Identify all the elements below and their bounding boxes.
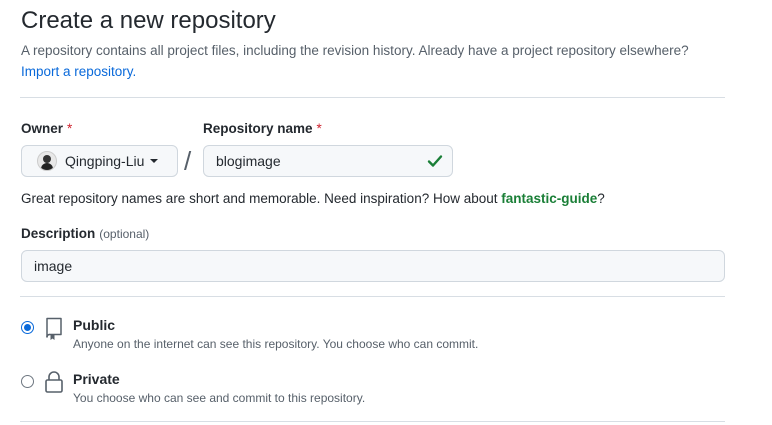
repo-name-label-text: Repository name xyxy=(203,121,313,136)
lock-icon xyxy=(45,371,63,393)
repo-icon xyxy=(46,317,62,340)
private-title: Private xyxy=(73,371,120,387)
subtitle-text: A repository contains all project files,… xyxy=(21,43,689,58)
check-icon xyxy=(427,155,443,167)
private-radio[interactable] xyxy=(21,375,34,388)
repository-name-input[interactable] xyxy=(203,145,453,177)
divider xyxy=(20,421,725,422)
owner-label: Owner * xyxy=(21,121,72,136)
repo-name-hint: Great repository names are short and mem… xyxy=(21,189,605,209)
owner-select-button[interactable]: Qingping-Liu xyxy=(21,145,178,177)
public-radio[interactable] xyxy=(21,321,34,334)
owner-repo-separator: / xyxy=(184,146,192,176)
description-label-text: Description xyxy=(21,226,96,241)
name-suggestion-link[interactable]: fantastic-guide xyxy=(501,191,597,206)
repo-name-label: Repository name * xyxy=(203,121,322,136)
owner-name: Qingping-Liu xyxy=(65,153,145,169)
hint-suffix: ? xyxy=(597,191,605,206)
description-input[interactable] xyxy=(21,250,725,282)
page-title: Create a new repository xyxy=(21,7,276,34)
divider xyxy=(20,97,725,98)
hint-text: Great repository names are short and mem… xyxy=(21,191,502,206)
optional-tag: (optional) xyxy=(99,227,150,241)
divider xyxy=(20,296,725,297)
owner-label-text: Owner xyxy=(21,121,64,136)
description-label: Description (optional) xyxy=(21,226,149,241)
public-description: Anyone on the internet can see this repo… xyxy=(73,337,479,351)
import-repository-link[interactable]: Import a repository. xyxy=(21,64,136,79)
public-title: Public xyxy=(73,317,116,333)
private-description: You choose who can see and commit to thi… xyxy=(73,391,366,405)
required-mark: * xyxy=(316,121,322,136)
required-mark: * xyxy=(67,121,73,136)
avatar xyxy=(37,151,57,171)
chevron-down-icon xyxy=(150,159,159,163)
page-subtitle: A repository contains all project files,… xyxy=(21,40,741,82)
